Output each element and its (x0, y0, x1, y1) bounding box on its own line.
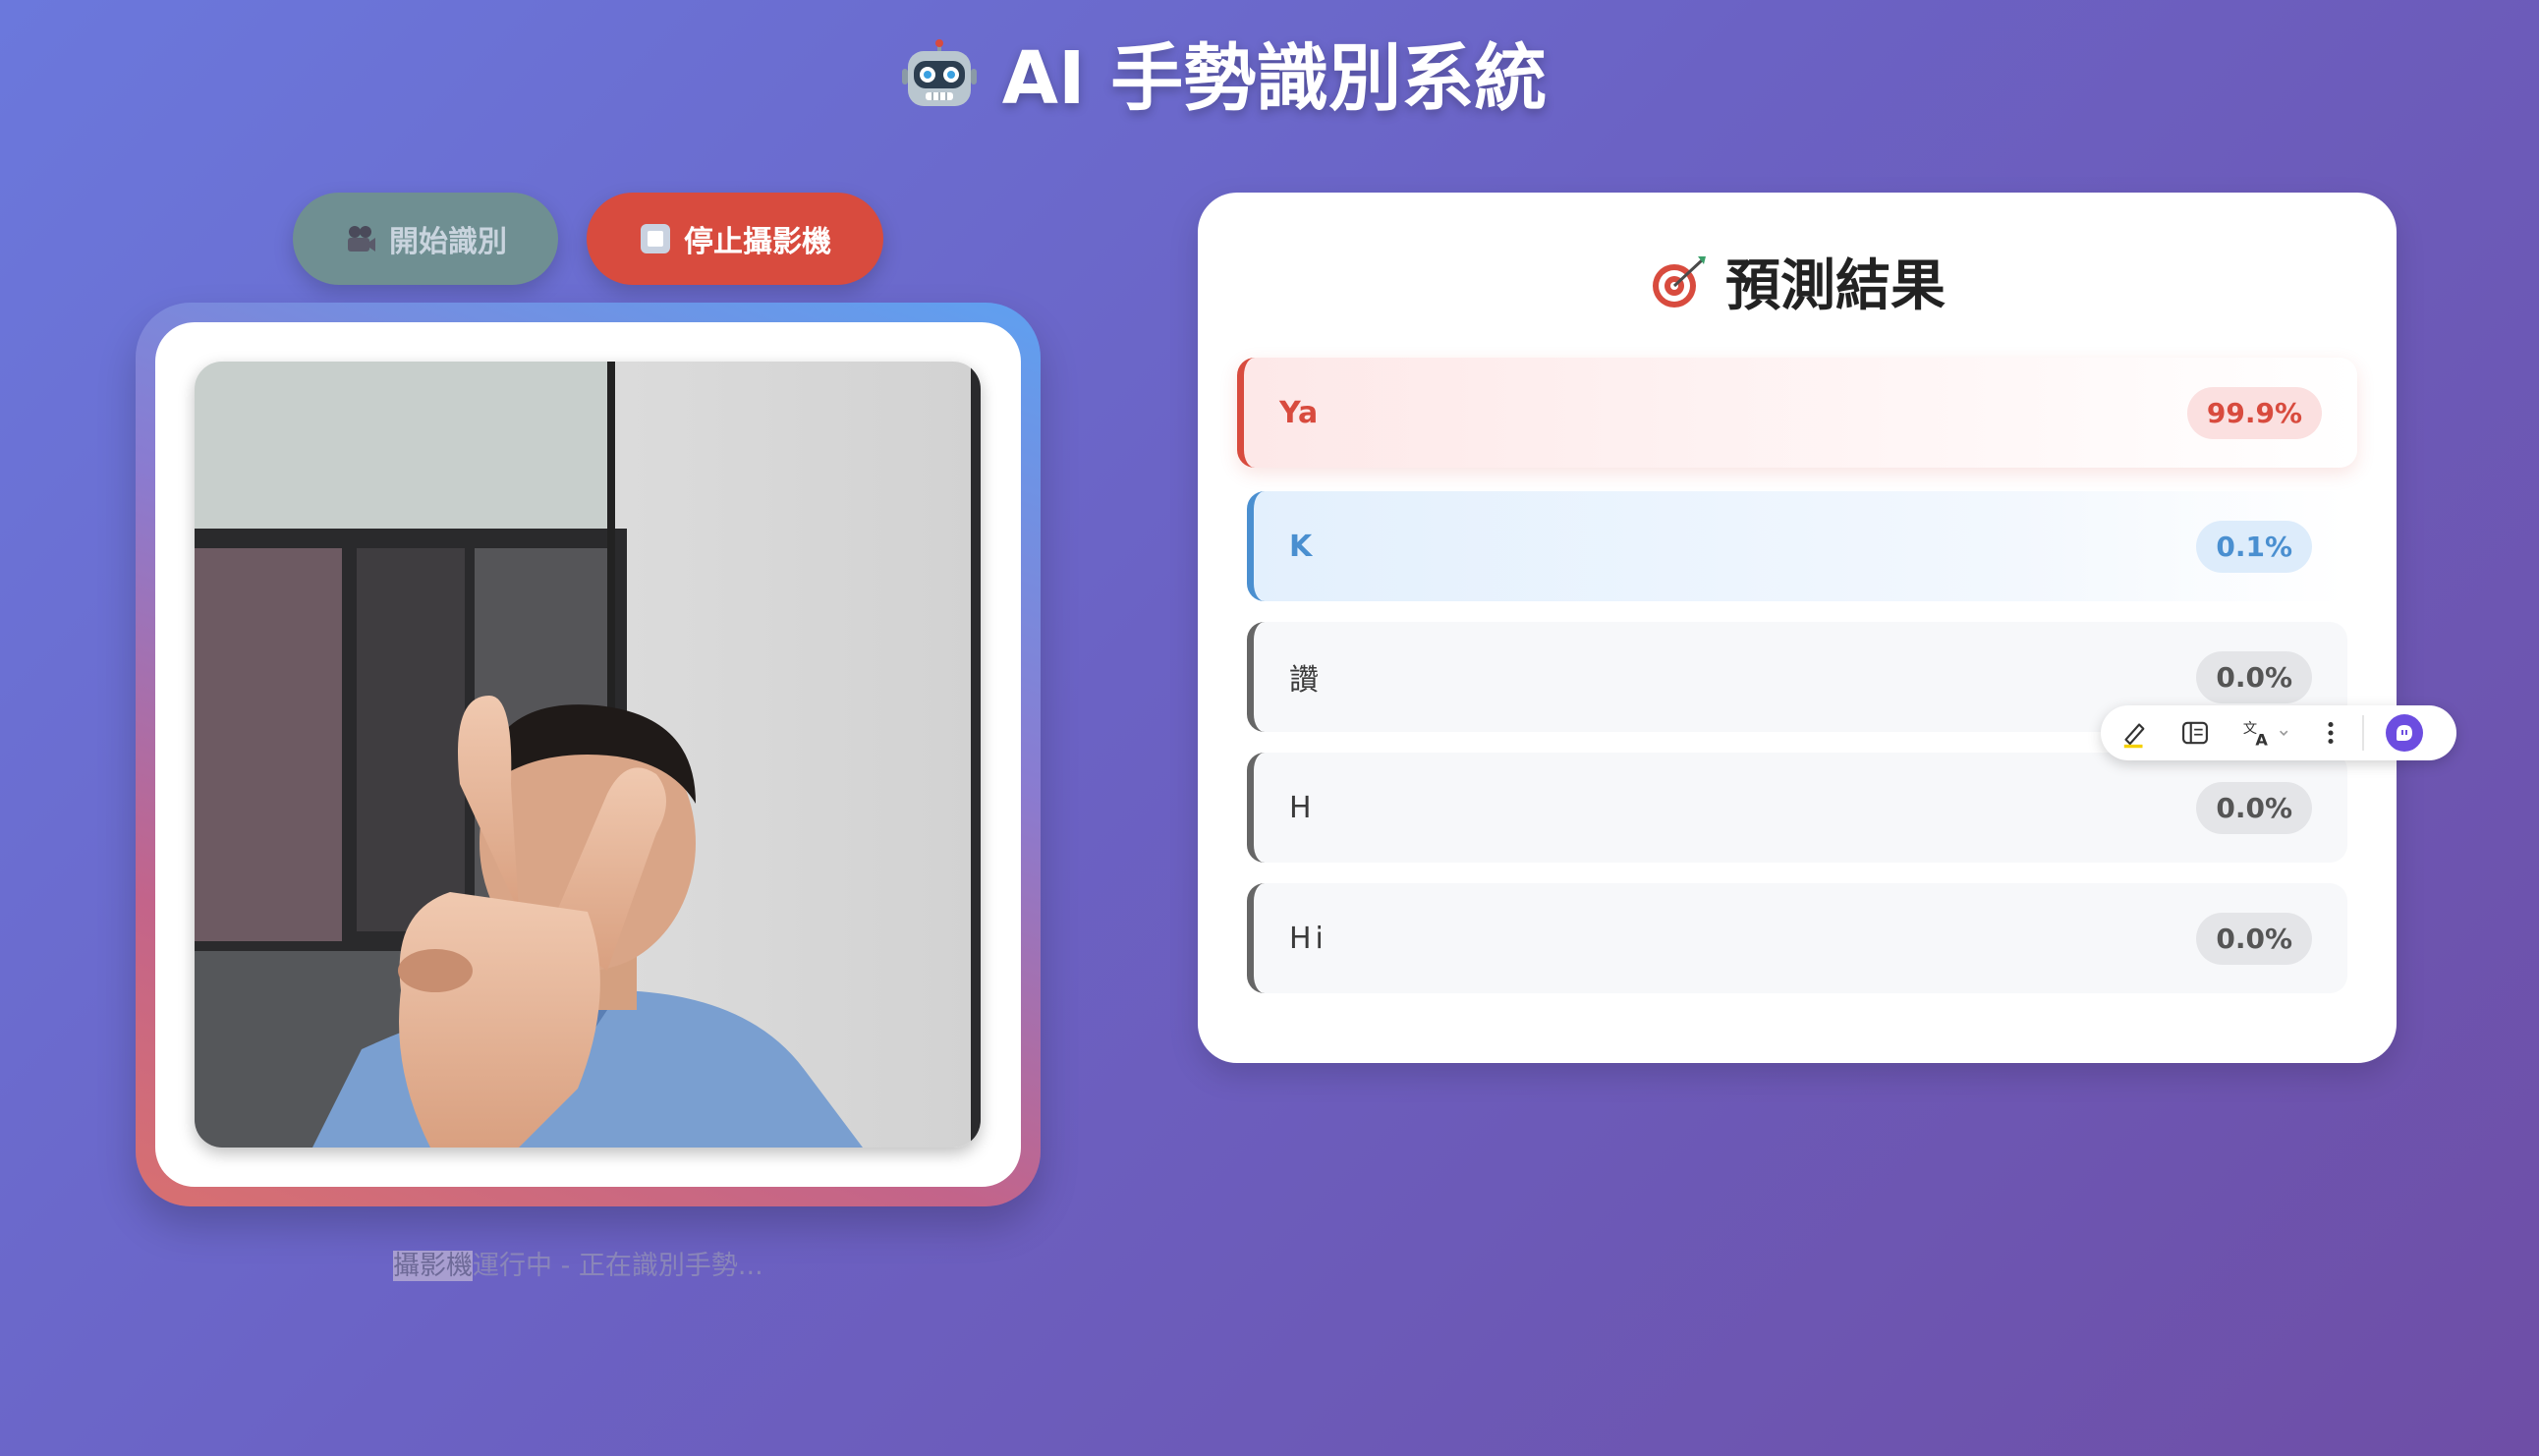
prediction-label: K (1289, 529, 1313, 564)
prediction-percent: 99.9% (2186, 386, 2322, 439)
assistant-logo-icon[interactable] (2386, 714, 2423, 752)
camera-frame (136, 303, 1041, 1206)
prediction-row-1: Ya 99.9% (1237, 358, 2357, 468)
film-camera-icon (344, 222, 377, 255)
prediction-percent: 0.0% (2196, 781, 2312, 834)
camera-status-text: 攝影機運行中 - 正在識別手勢... (393, 1244, 786, 1282)
prediction-row-4: H 0.0% (1247, 753, 2347, 863)
more-vertical-icon[interactable] (2321, 713, 2341, 753)
stop-square-icon (639, 222, 672, 255)
prediction-label: H (1289, 790, 1312, 825)
camera-card (155, 322, 1021, 1187)
translate-icon[interactable]: 文 A (2236, 713, 2299, 753)
predictions-title: 預測結果 (1198, 242, 2397, 321)
start-recognition-button[interactable]: 開始識別 (293, 193, 558, 285)
camera-video-feed (195, 362, 981, 1148)
highlighter-icon[interactable] (2115, 713, 2154, 753)
prediction-label: 讚 (1289, 663, 1319, 698)
sidebar-panel-icon[interactable] (2175, 713, 2215, 753)
prediction-percent: 0.1% (2196, 520, 2312, 573)
prediction-row-5: Hi 0.0% (1247, 883, 2347, 993)
target-icon (1649, 252, 1708, 311)
predictions-panel: 預測結果 Ya 99.9% K 0.1% 讚 0.0% H 0.0% Hi 0.… (1198, 193, 2397, 1063)
page-title: AI 手勢識別系統 (0, 29, 2447, 128)
prediction-percent: 0.0% (2196, 912, 2312, 965)
robot-icon (900, 39, 979, 118)
toolbar-divider (2362, 715, 2364, 751)
floating-toolbar: 文 A (2101, 705, 2456, 760)
svg-text:A: A (2255, 731, 2268, 750)
camera-frame-image (195, 362, 981, 1148)
prediction-label: Ya (1279, 395, 1319, 430)
camera-status-highlight: 攝影機 (393, 1251, 473, 1281)
start-recognition-label: 開始識別 (389, 226, 507, 258)
prediction-row-2: K 0.1% (1247, 491, 2347, 601)
stop-camera-label: 停止攝影機 (684, 226, 831, 258)
predictions-title-text: 預測結果 (1725, 254, 1946, 318)
prediction-label: Hi (1289, 921, 1327, 956)
camera-status-rest: 運行中 - 正在識別手勢... (473, 1251, 763, 1281)
prediction-percent: 0.0% (2196, 650, 2312, 703)
page-title-text: AI 手勢識別系統 (1001, 36, 1548, 121)
stop-camera-button[interactable]: 停止攝影機 (587, 193, 883, 285)
